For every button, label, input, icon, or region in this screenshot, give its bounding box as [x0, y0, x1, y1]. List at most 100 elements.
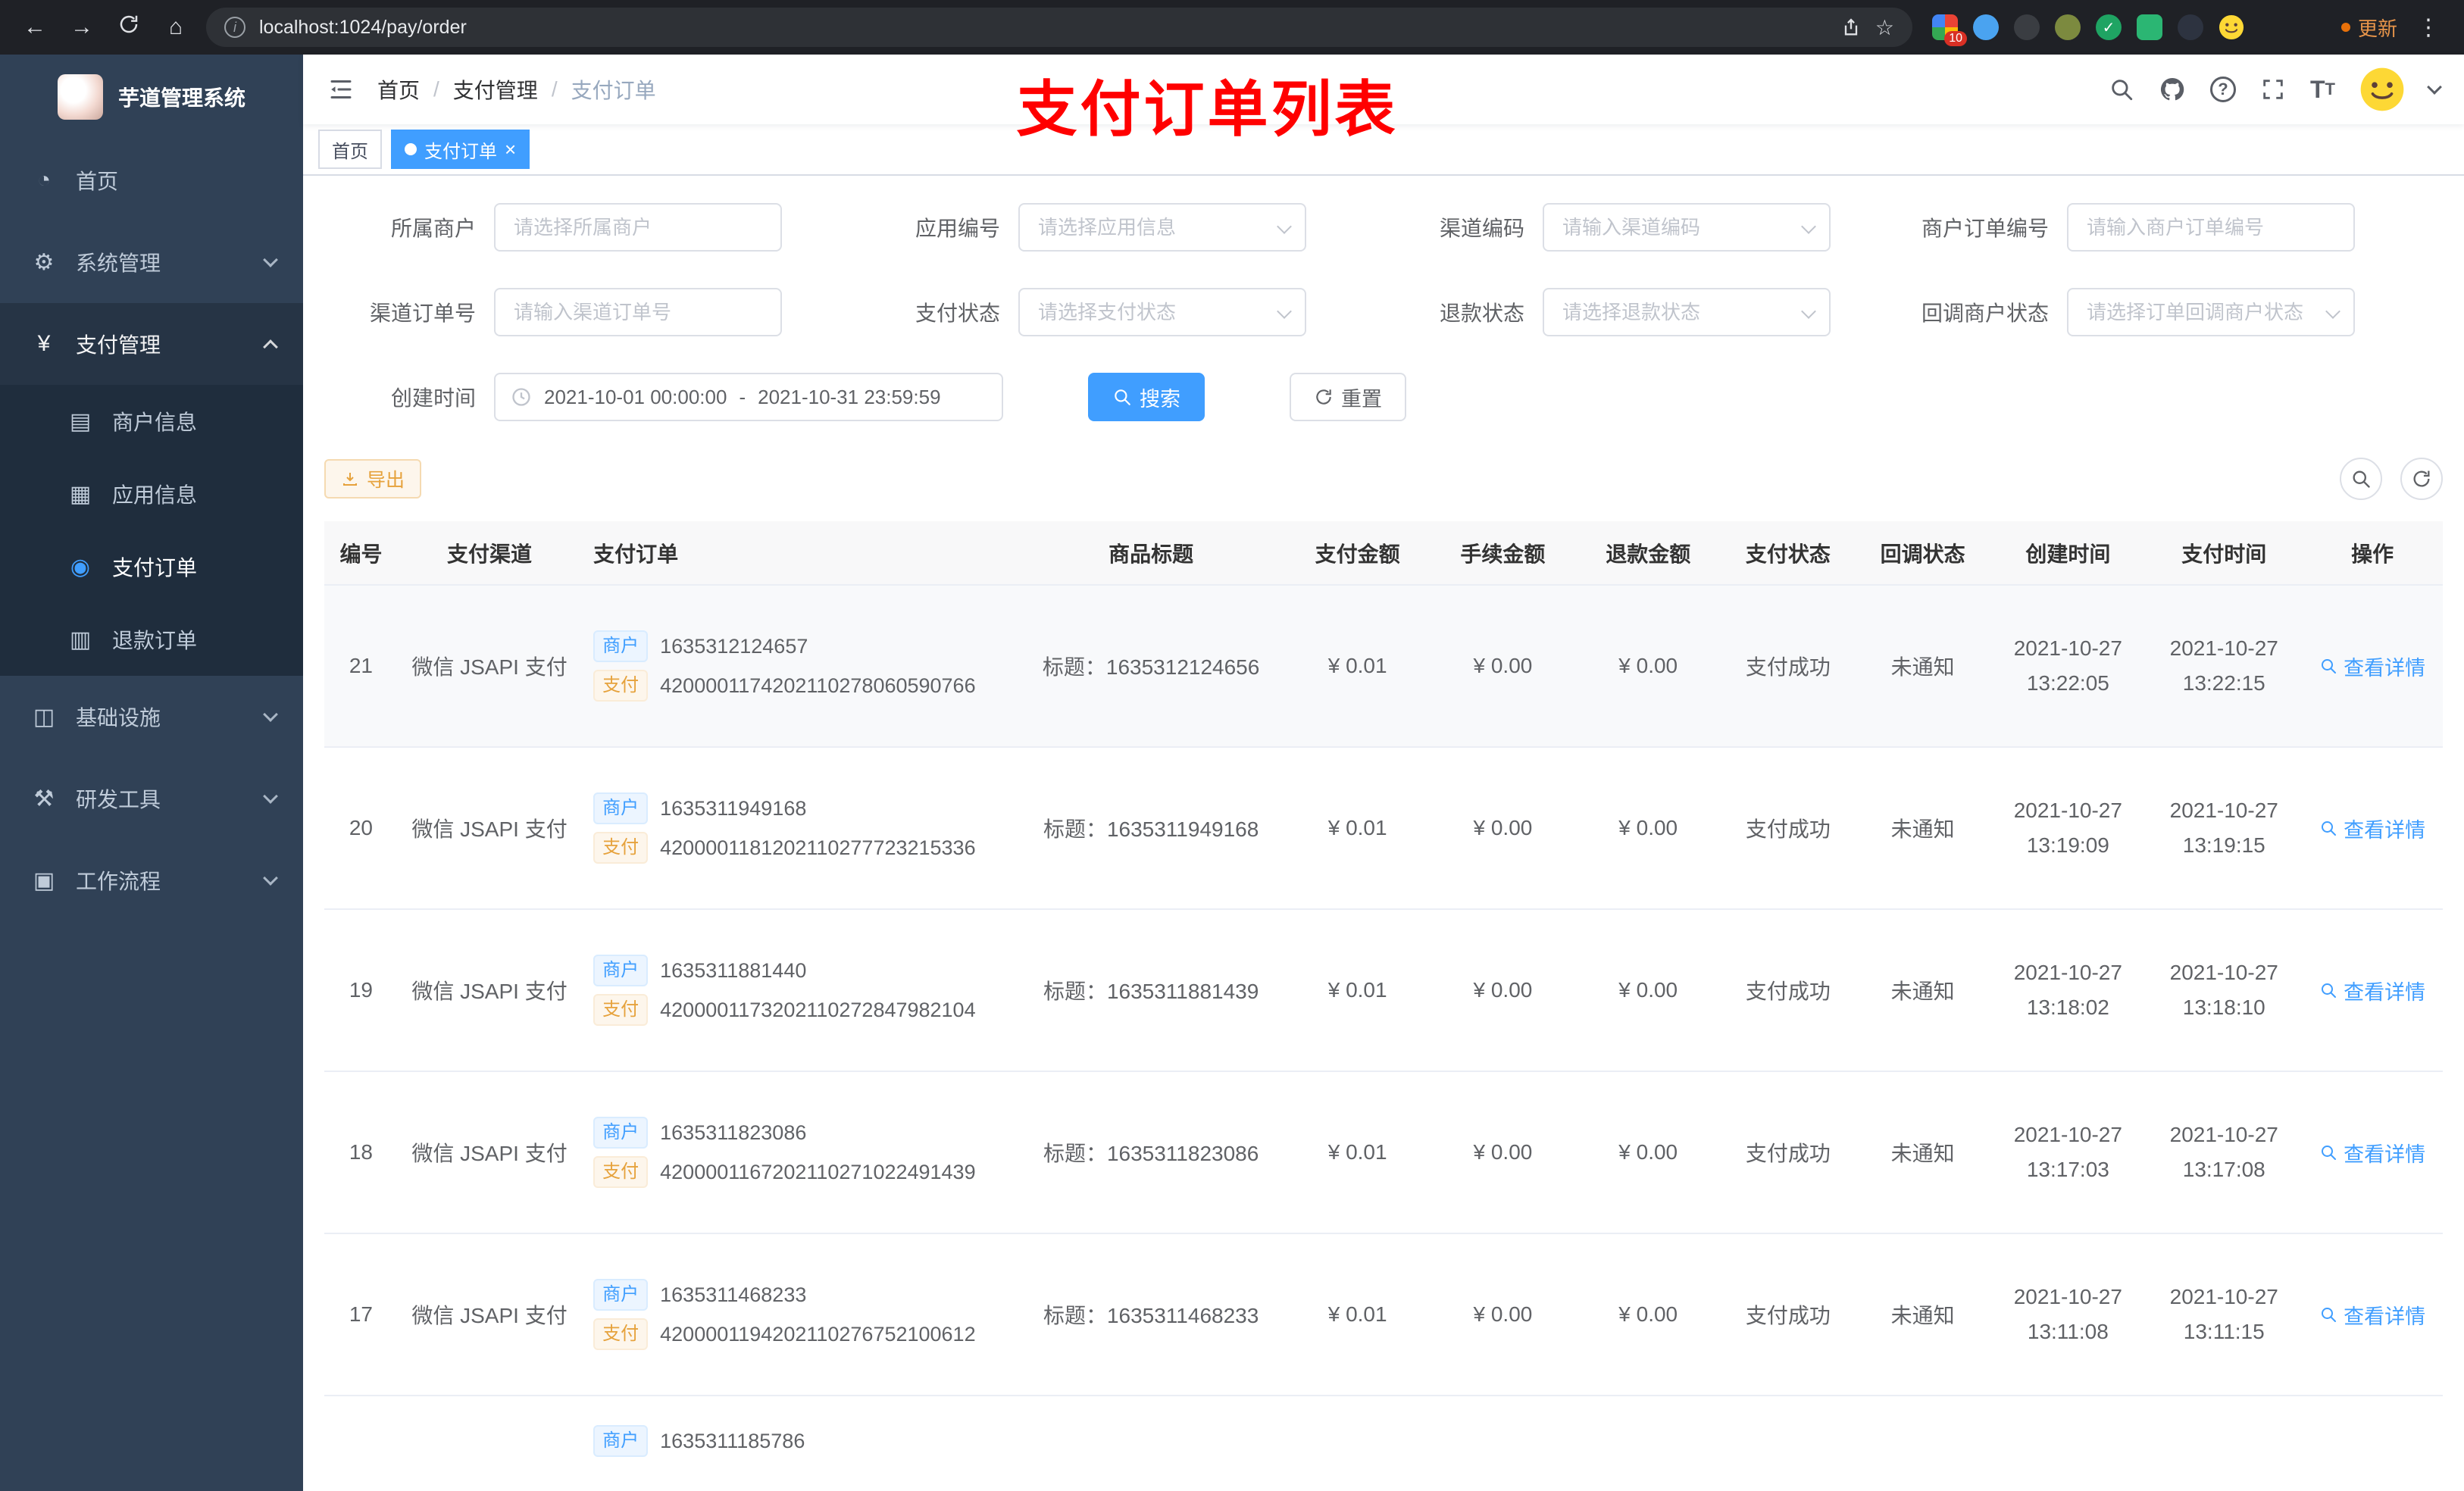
- sidebar-item-label: 应用信息: [112, 483, 198, 507]
- pay-status-input[interactable]: [1018, 288, 1306, 336]
- extension-chat-icon[interactable]: [2137, 14, 2162, 40]
- sidebar-fold-icon[interactable]: [327, 76, 355, 103]
- font-size-icon[interactable]: TT: [2310, 77, 2335, 102]
- pay-amount: ¥ 0.01: [1284, 585, 1431, 748]
- extension-check-icon[interactable]: ✓: [2096, 14, 2122, 40]
- pay-time-cell: 2021-10-27 13:19:15: [2146, 747, 2303, 910]
- product-title: 标题：1635311881439: [1017, 909, 1285, 1072]
- view-detail-link[interactable]: 查看详情: [2319, 1300, 2425, 1330]
- logo-avatar-image: [57, 74, 103, 120]
- chevron-down-icon[interactable]: [2427, 80, 2442, 95]
- tab-pay-order[interactable]: 支付订单 ×: [391, 130, 530, 169]
- pay-date: 2021-10-27: [2169, 1284, 2278, 1308]
- tab-home[interactable]: 首页: [318, 130, 382, 169]
- fee-amount: ¥ 0.00: [1430, 1071, 1576, 1234]
- extension-olive-icon[interactable]: [2055, 14, 2081, 40]
- extensions-cluster: 10 ✓: [1932, 14, 2244, 46]
- notify-status-input[interactable]: [2067, 288, 2355, 336]
- notify-status: 未通知: [1855, 1233, 1990, 1396]
- extension-mosaic-icon[interactable]: 10: [1932, 14, 1967, 46]
- filter-label: 所属商户: [390, 217, 476, 240]
- browser-reload-icon[interactable]: [112, 13, 145, 42]
- col-pay-time: 支付时间: [2146, 521, 2303, 586]
- merchant-input[interactable]: [494, 203, 782, 252]
- sidebar-item-infra[interactable]: ◫ 基础设施: [0, 676, 303, 758]
- sidebar-item-system[interactable]: ⚙ 系统管理: [0, 221, 303, 303]
- sidebar-item-payment[interactable]: ¥ 支付管理: [0, 303, 303, 385]
- filter-label: 退款状态: [1439, 302, 1524, 325]
- address-bar[interactable]: i localhost:1024/pay/order ☆: [206, 8, 1912, 47]
- view-detail-label: 查看详情: [2344, 1305, 2426, 1328]
- extension-dark-icon[interactable]: [2014, 14, 2040, 40]
- reset-button[interactable]: 重置: [1290, 373, 1406, 421]
- table-row: 19 微信 JSAPI 支付 商户 1635311881440 支付 42000…: [324, 909, 2443, 1072]
- pay-time: 13:22:15: [2182, 671, 2265, 695]
- clock-icon: [511, 386, 532, 408]
- refresh-table-button[interactable]: [2400, 458, 2443, 500]
- extension-drop-icon[interactable]: [1973, 14, 1999, 40]
- yen-icon: ¥: [37, 331, 51, 356]
- gear-icon: ⚙: [33, 249, 55, 275]
- help-icon[interactable]: ?: [2210, 77, 2236, 102]
- order-id: 18: [324, 1071, 398, 1234]
- app-logo[interactable]: 芋道管理系统: [0, 55, 303, 139]
- col-fee-amount: 手续金额: [1430, 521, 1576, 586]
- breadcrumb-home[interactable]: 首页: [377, 74, 420, 105]
- sidebar-item-home[interactable]: ◔ 首页: [0, 139, 303, 221]
- sidebar-item-app-info[interactable]: ▦ 应用信息: [0, 458, 303, 530]
- tab-close-icon[interactable]: ×: [505, 139, 516, 159]
- browser-back-icon[interactable]: ←: [18, 14, 52, 40]
- pay-order-no: 4200001173202110272847982104: [660, 998, 976, 1021]
- notify-status-select: [2067, 288, 2355, 336]
- fullscreen-icon[interactable]: [2260, 77, 2286, 102]
- sidebar-item-refund-order[interactable]: ▥ 退款订单: [0, 603, 303, 676]
- breadcrumb-pay-mgmt[interactable]: 支付管理: [453, 74, 538, 105]
- created-time-cell: 2021-10-27 13:11:08: [1990, 1233, 2147, 1396]
- filter-label: 创建时间: [390, 386, 476, 410]
- sidebar-item-devtools[interactable]: ⚒ 研发工具: [0, 758, 303, 839]
- url-text[interactable]: localhost:1024/pay/order: [259, 17, 1827, 39]
- merchant-order-no-input[interactable]: [2067, 203, 2355, 252]
- view-detail-link[interactable]: 查看详情: [2319, 652, 2425, 681]
- browser-forward-icon[interactable]: →: [65, 14, 98, 40]
- view-detail-link[interactable]: 查看详情: [2319, 814, 2425, 843]
- col-pay-status: 支付状态: [1721, 521, 1856, 586]
- created-time-cell: 2021-10-27 13:19:09: [1990, 747, 2147, 910]
- merchant-order-no: 1635311185786: [660, 1429, 805, 1452]
- extension-pin-icon[interactable]: [2178, 14, 2203, 40]
- filter-label: 商户订单编号: [1921, 217, 2049, 240]
- chrome-update-button[interactable]: 更新: [2340, 14, 2397, 42]
- tab-label: 支付订单: [424, 141, 497, 162]
- sidebar-item-pay-order[interactable]: ◉ 支付订单: [0, 530, 303, 603]
- toggle-search-button[interactable]: [2340, 458, 2382, 500]
- merchant-badge: 商户: [593, 955, 649, 986]
- export-button[interactable]: 导出: [324, 459, 422, 499]
- pay-order-cell: 商户 1635311468233 支付 42000011942021102767…: [581, 1233, 1018, 1396]
- table-row: 20 微信 JSAPI 支付 商户 1635311949168 支付 42000…: [324, 747, 2443, 910]
- view-detail-label: 查看详情: [2344, 656, 2426, 680]
- refund-status-input[interactable]: [1543, 288, 1831, 336]
- channel-order-no-input[interactable]: [494, 288, 782, 336]
- chrome-menu-icon[interactable]: ⋮: [2411, 14, 2446, 41]
- sidebar-item-label: 系统管理: [76, 252, 161, 275]
- channel-code-input[interactable]: [1543, 203, 1831, 252]
- user-avatar[interactable]: [2359, 67, 2405, 112]
- github-icon[interactable]: [2159, 76, 2186, 103]
- sidebar-item-merchant-info[interactable]: ▤ 商户信息: [0, 385, 303, 458]
- share-icon[interactable]: [1840, 17, 1862, 38]
- search-icon[interactable]: [2109, 77, 2134, 102]
- browser-profile-avatar[interactable]: [2219, 14, 2244, 40]
- table-header: 编号 支付渠道 支付订单 商品标题 支付金额 手续金额 退款金额 支付状态 回调…: [324, 521, 2443, 586]
- view-detail-link[interactable]: 查看详情: [2319, 1138, 2425, 1167]
- app-input[interactable]: [1018, 203, 1306, 252]
- breadcrumb-current: 支付订单: [571, 79, 656, 102]
- search-button[interactable]: 搜索: [1088, 373, 1205, 421]
- bookmark-star-icon[interactable]: ☆: [1875, 15, 1894, 40]
- date-range-picker[interactable]: 2021-10-01 00:00:00 - 2021-10-31 23:59:5…: [494, 373, 1003, 421]
- sidebar-item-workflow[interactable]: ▣ 工作流程: [0, 839, 303, 921]
- table-toolbar: 导出: [324, 458, 2443, 500]
- product-title: 标题：1635311949168: [1017, 747, 1285, 910]
- browser-home-icon[interactable]: ⌂: [159, 14, 192, 40]
- page-info-icon[interactable]: i: [224, 17, 245, 38]
- view-detail-link[interactable]: 查看详情: [2319, 976, 2425, 1005]
